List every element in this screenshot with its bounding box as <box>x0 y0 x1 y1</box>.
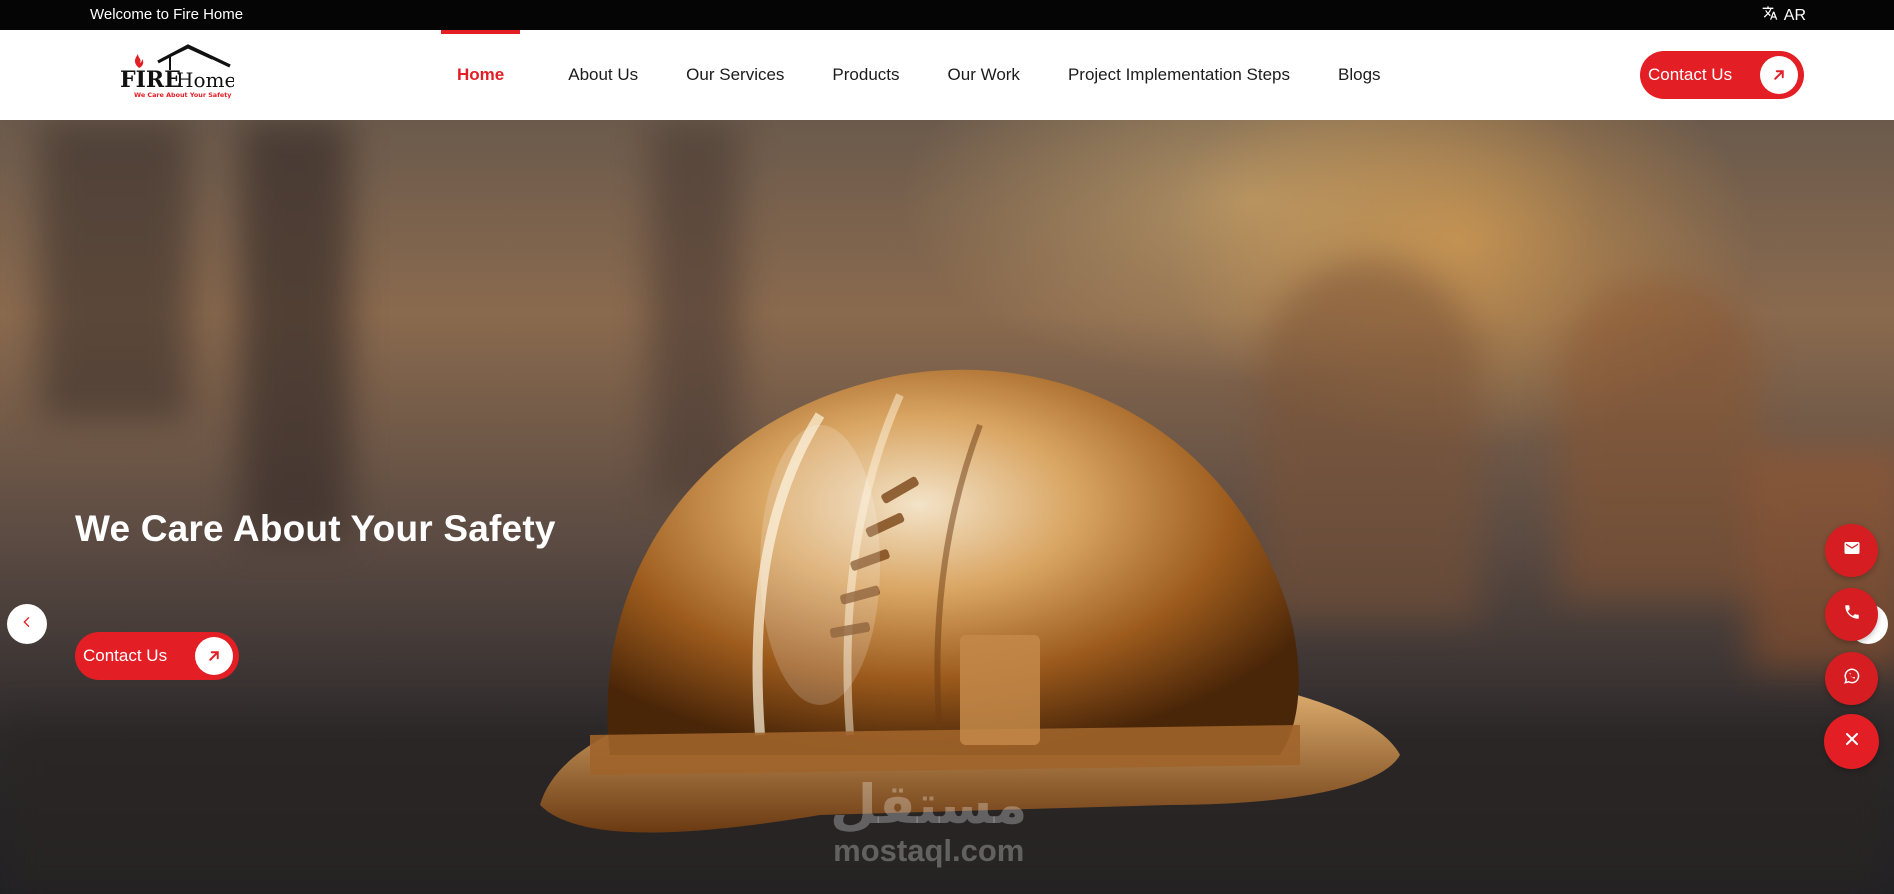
language-label: AR <box>1783 6 1806 24</box>
nav-our-services[interactable]: Our Services <box>686 30 784 120</box>
slider-prev-button[interactable] <box>7 604 47 644</box>
phone-button[interactable] <box>1825 588 1878 641</box>
nav-home[interactable]: Home <box>441 30 521 120</box>
background-building <box>1560 280 1760 600</box>
nav-our-work[interactable]: Our Work <box>948 30 1020 120</box>
welcome-text: Welcome to Fire Home <box>90 6 244 23</box>
nav-blogs[interactable]: Blogs <box>1338 30 1381 120</box>
watermark-arabic: مستقل <box>830 773 1028 836</box>
language-switch[interactable]: AR <box>1762 5 1806 26</box>
hero-contact-label: Contact Us <box>83 646 168 665</box>
fire-home-logo[interactable]: FIRE Home We Care About Your Safety <box>118 42 236 100</box>
svg-text:Home: Home <box>176 68 234 92</box>
arrow-up-right-icon <box>195 637 233 675</box>
hero-contact-button[interactable]: Contact Us <box>75 632 239 680</box>
background-pillar <box>240 120 350 540</box>
translate-icon <box>1762 5 1778 26</box>
watermark-latin: mostaql.com <box>833 833 1025 868</box>
main-header: FIRE Home We Care About Your Safety Home… <box>0 30 1894 120</box>
whatsapp-icon <box>1842 666 1862 691</box>
floating-menu-toggle[interactable] <box>1824 714 1879 769</box>
hero-banner: We Care About Your Safety Contact Us مست… <box>0 120 1894 894</box>
watermark: مستقل mostaql.com <box>830 775 1028 867</box>
nav-products[interactable]: Products <box>832 30 899 120</box>
close-icon <box>1842 729 1862 754</box>
background-pillar <box>40 120 190 420</box>
header-contact-label: Contact Us <box>1648 65 1733 84</box>
main-nav: Home About Us Our Services Products Our … <box>441 30 1381 120</box>
svg-text:FIRE: FIRE <box>120 67 181 93</box>
arrow-up-right-icon <box>1760 56 1798 94</box>
nav-about-us[interactable]: About Us <box>568 30 638 120</box>
mail-icon <box>1843 539 1861 562</box>
svg-text:We Care About Your Safety: We Care About Your Safety <box>134 91 232 99</box>
hero-title: We Care About Your Safety <box>75 508 556 549</box>
chevron-left-icon <box>19 614 35 635</box>
nav-project-implementation-steps[interactable]: Project Implementation Steps <box>1068 30 1290 120</box>
mail-button[interactable] <box>1825 524 1878 577</box>
phone-icon <box>1843 603 1861 626</box>
whatsapp-button[interactable] <box>1825 652 1878 705</box>
header-contact-button[interactable]: Contact Us <box>1640 51 1804 99</box>
top-bar: Welcome to Fire Home AR <box>0 0 1894 30</box>
